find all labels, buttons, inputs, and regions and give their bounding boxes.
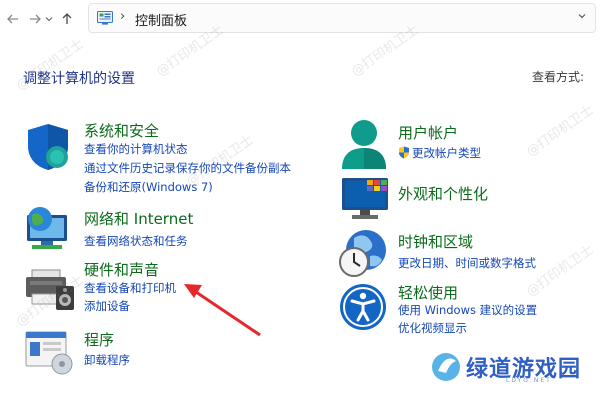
link-view-computer-status[interactable]: 查看你的计算机状态: [84, 141, 188, 157]
link-windows-suggested-settings[interactable]: 使用 Windows 建议的设置: [398, 302, 537, 318]
clock-globe-icon[interactable]: [338, 228, 390, 278]
breadcrumb-separator: ›: [120, 9, 126, 24]
address-bar[interactable]: › 控制面板: [88, 3, 596, 33]
address-dropdown-button[interactable]: [577, 11, 587, 24]
link-file-history-backup[interactable]: 通过文件历史记录保存你的文件备份副本: [84, 160, 291, 176]
category-title-programs[interactable]: 程序: [84, 329, 114, 350]
link-add-device[interactable]: 添加设备: [84, 298, 130, 314]
arrow-up-icon: [62, 13, 72, 24]
category-title-system-security[interactable]: 系统和安全: [84, 120, 159, 141]
back-button[interactable]: [2, 8, 24, 30]
category-title-network-internet[interactable]: 网络和 Internet: [84, 208, 193, 229]
chevron-down-icon: [45, 17, 53, 22]
link-network-status[interactable]: 查看网络状态和任务: [84, 233, 188, 249]
link-devices-printers[interactable]: 查看设备和打印机: [84, 280, 176, 296]
chevron-down-icon: [578, 14, 586, 19]
accessibility-icon[interactable]: [339, 283, 387, 331]
printer-speaker-icon[interactable]: [24, 268, 76, 312]
appearance-monitor-icon[interactable]: [340, 176, 390, 222]
link-optimize-display[interactable]: 优化视频显示: [398, 320, 467, 336]
security-shield-icon[interactable]: [24, 122, 72, 172]
watermark-text: @打印机卫士: [523, 102, 597, 160]
control-panel-icon: [97, 11, 113, 25]
programs-icon[interactable]: [24, 330, 74, 376]
up-button[interactable]: [56, 8, 78, 30]
navigation-bar: › 控制面板: [0, 0, 600, 38]
network-globe-icon[interactable]: [24, 205, 74, 251]
link-backup-restore[interactable]: 备份和还原(Windows 7): [84, 179, 213, 195]
link-change-account-type[interactable]: 更改帐户类型: [398, 145, 481, 161]
category-title-appearance[interactable]: 外观和个性化: [398, 183, 488, 204]
view-by-label: 查看方式:: [532, 70, 585, 84]
brand-url: LDYG.NET: [506, 377, 552, 384]
link-uninstall-program[interactable]: 卸载程序: [84, 352, 130, 368]
user-account-icon[interactable]: [340, 117, 388, 171]
uac-shield-icon: [399, 146, 409, 159]
category-title-ease-of-access[interactable]: 轻松使用: [398, 282, 458, 303]
breadcrumb-control-panel[interactable]: 控制面板: [135, 10, 187, 29]
arrow-left-icon: [7, 14, 18, 24]
link-change-account-type-label[interactable]: 更改帐户类型: [412, 146, 481, 160]
category-title-user-accounts[interactable]: 用户帐户: [398, 122, 458, 143]
category-title-clock-region[interactable]: 时钟和区域: [398, 231, 473, 252]
page-title: 调整计算机的设置: [23, 71, 135, 87]
category-title-hardware-sound[interactable]: 硬件和声音: [84, 259, 159, 280]
link-change-date-time[interactable]: 更改日期、时间或数字格式: [398, 255, 536, 271]
